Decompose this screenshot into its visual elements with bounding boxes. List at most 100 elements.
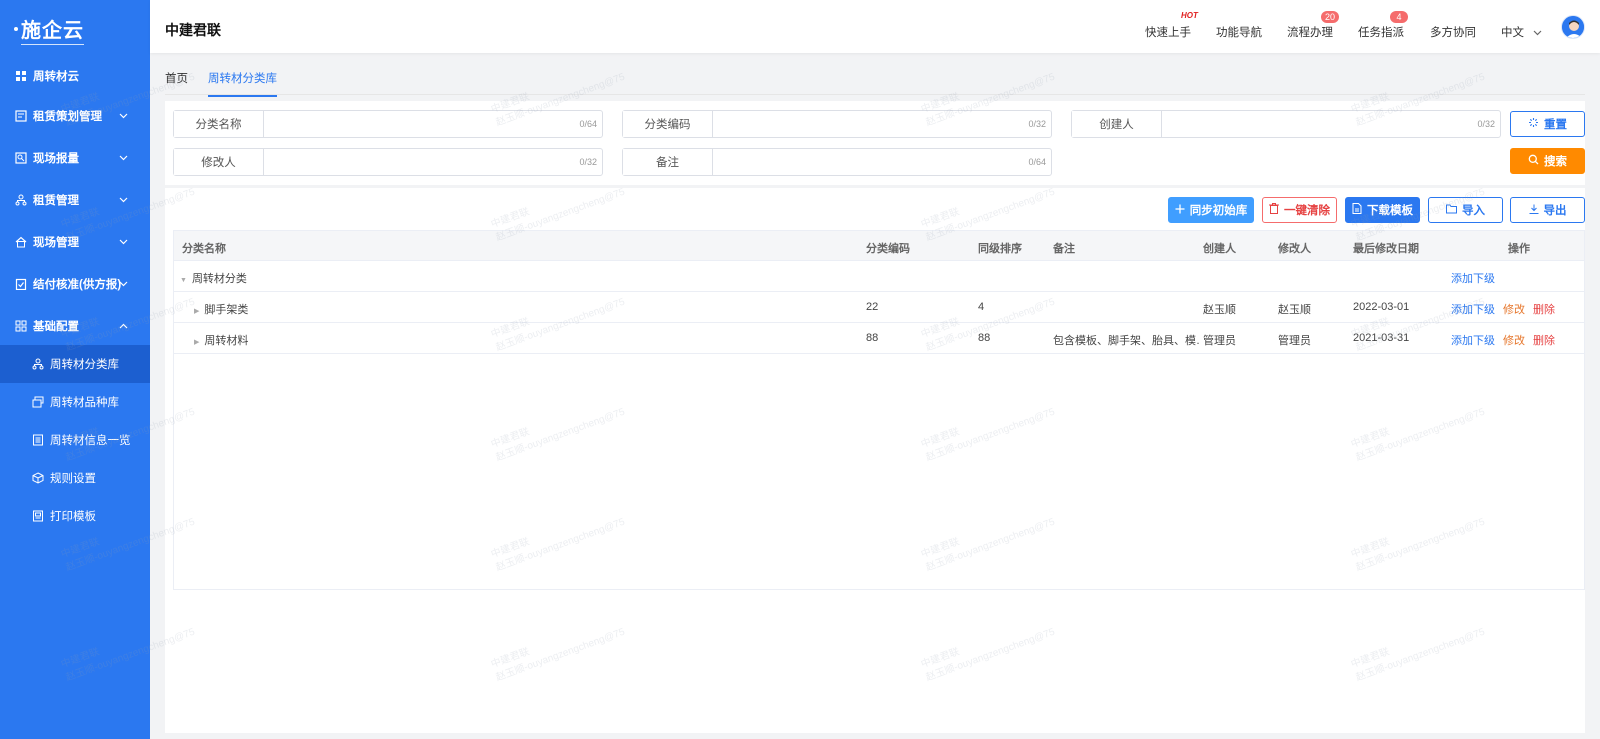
page-tabs: 首页 周转材分类库: [165, 62, 1585, 97]
chevron-down-icon: [1533, 27, 1542, 39]
import-button[interactable]: 导入: [1428, 197, 1503, 223]
folder-icon: [1446, 204, 1457, 217]
add-child-link[interactable]: 添加下级: [1451, 270, 1495, 286]
tab-home[interactable]: 首页: [165, 70, 188, 86]
sidebar-item-home[interactable]: 周转材云: [0, 56, 150, 96]
sidebar-subitem-info-list[interactable]: 周转材信息一览: [0, 421, 150, 459]
download-template-button[interactable]: 下载模板: [1345, 197, 1420, 223]
edit-link[interactable]: 修改: [1503, 301, 1525, 317]
count-badge: 20: [1321, 11, 1340, 23]
nav-label: 多方协同: [1430, 27, 1476, 39]
document-icon: [1352, 203, 1362, 217]
sidebar-item-label: 基础配置: [33, 321, 79, 333]
sync-initial-lib-button[interactable]: 同步初始库: [1168, 197, 1254, 223]
creator-input[interactable]: [1162, 111, 1500, 137]
table-row: ▼ 周转材分类 添加下级: [174, 261, 1584, 292]
col-date: 最后修改日期: [1353, 243, 1419, 255]
nav-label: 任务指派: [1358, 27, 1404, 39]
sidebar-subitem-label: 规则设置: [50, 473, 96, 485]
sidebar-item-label: 现场报量: [33, 153, 79, 165]
modifier-input[interactable]: [264, 149, 602, 175]
sidebar-subitem-rules[interactable]: 规则设置: [0, 459, 150, 497]
char-count: 0/32: [1028, 119, 1046, 129]
category-name-input[interactable]: [264, 111, 602, 137]
stack-icon: [32, 396, 44, 408]
reset-button[interactable]: 重置: [1510, 111, 1585, 137]
sidebar-subitem-label: 周转材分类库: [50, 359, 119, 371]
sidebar-subitem-print-template[interactable]: 打印模板: [0, 497, 150, 535]
report-icon: [15, 152, 27, 164]
caret-right-icon[interactable]: ▶: [194, 338, 199, 346]
sidebar-item-lease-plan[interactable]: 租赁策划管理: [0, 96, 150, 136]
nav-function-guide[interactable]: 功能导航: [1216, 24, 1262, 40]
caret-right-icon[interactable]: ▶: [194, 307, 199, 315]
sidebar-item-basic-config[interactable]: 基础配置: [0, 306, 150, 346]
chevron-down-icon: [119, 194, 128, 206]
col-code: 分类编码: [866, 243, 910, 255]
user-avatar-icon: [1562, 16, 1584, 38]
delete-link[interactable]: 删除: [1533, 301, 1555, 317]
tree-node-root[interactable]: ▼ 周转材分类: [180, 270, 247, 286]
sidebar-subitem-category-lib[interactable]: 周转材分类库: [0, 345, 150, 383]
search-label: 搜索: [1544, 156, 1567, 168]
sidebar-subitem-variety-lib[interactable]: 周转材品种库: [0, 383, 150, 421]
download-label: 下载模板: [1367, 205, 1413, 217]
char-count: 0/32: [579, 157, 597, 167]
cell-code: 88: [866, 332, 879, 344]
table-header: 分类名称 分类编码 同级排序 备注 创建人 修改人 最后修改日期 操作: [174, 231, 1584, 261]
sidebar-item-site-report[interactable]: 现场报量: [0, 138, 150, 178]
logo-text: 施企云: [21, 14, 84, 45]
plan-icon: [15, 110, 27, 122]
field-label: 修改人: [174, 149, 264, 175]
field-label: 分类编码: [623, 111, 713, 137]
search-button[interactable]: 搜索: [1510, 148, 1585, 174]
cell-modifier: 赵玉顺: [1278, 304, 1311, 316]
category-table: 分类名称 分类编码 同级排序 备注 创建人 修改人 最后修改日期 操作 ▼ 周转材…: [173, 230, 1585, 590]
tree-node[interactable]: ▶ 周转材料: [194, 332, 248, 348]
table-row: ▶ 脚手架类 22 4 赵玉顺 赵玉顺 2022-03-01 添加下级 修改 删除: [174, 292, 1584, 323]
cell-date: 2022-03-01: [1353, 301, 1410, 313]
language-select[interactable]: 中文: [1501, 24, 1542, 40]
sidebar-item-lease-manage[interactable]: 租赁管理: [0, 180, 150, 220]
hot-badge: HOT: [1181, 11, 1198, 20]
col-creator: 创建人: [1203, 243, 1236, 255]
field-label: 分类名称: [174, 111, 264, 137]
content-panel: 同步初始库 一键清除 下载模板 导入 导出 分类名称 分类编码 同级排序 备注 …: [165, 188, 1585, 733]
list-icon: [32, 434, 44, 446]
remark-input[interactable]: [713, 149, 1051, 175]
category-code-input[interactable]: [713, 111, 1051, 137]
home-icon: [15, 236, 27, 248]
sidebar-item-site-manage[interactable]: 现场管理: [0, 222, 150, 262]
col-modifier: 修改人: [1278, 243, 1311, 255]
cell-order: 88: [978, 332, 991, 344]
edit-link[interactable]: 修改: [1503, 332, 1525, 348]
chevron-down-icon: [119, 152, 128, 164]
nav-task-assign[interactable]: 任务指派 4: [1358, 11, 1408, 40]
sidebar-item-settlement[interactable]: 结付核准(供方报): [0, 264, 150, 304]
add-child-link[interactable]: 添加下级: [1451, 332, 1495, 348]
avatar[interactable]: [1561, 15, 1585, 39]
nav-quick-start[interactable]: 快速上手 HOT: [1145, 11, 1198, 40]
caret-down-icon[interactable]: ▼: [180, 277, 187, 284]
nav-label: 快速上手: [1145, 27, 1191, 39]
cell-code: 22: [866, 301, 879, 313]
nav-collaboration[interactable]: 多方协同: [1430, 24, 1476, 40]
delete-link[interactable]: 删除: [1533, 332, 1555, 348]
clear-all-button[interactable]: 一键清除: [1262, 197, 1337, 223]
brand-title: 中建君联: [165, 22, 221, 38]
org-icon: [32, 358, 44, 370]
download-icon: [1529, 204, 1539, 217]
cell-remark: 包含模板、脚手架、胎具、模…: [1053, 335, 1201, 347]
tab-category-lib[interactable]: 周转材分类库: [208, 70, 277, 97]
cell-creator: 管理员: [1203, 335, 1236, 347]
add-child-link[interactable]: 添加下级: [1451, 301, 1495, 317]
remark-field: 备注 0/64: [622, 148, 1052, 176]
modifier-field: 修改人 0/32: [173, 148, 603, 176]
nav-process[interactable]: 流程办理 20: [1287, 11, 1340, 40]
tree-node[interactable]: ▶ 脚手架类: [194, 301, 248, 317]
logo: 施企云: [0, 0, 150, 58]
field-label: 备注: [623, 149, 713, 175]
sidebar-subitem-label: 周转材信息一览: [50, 435, 131, 447]
col-action: 操作: [1508, 243, 1530, 255]
export-button[interactable]: 导出: [1510, 197, 1585, 223]
